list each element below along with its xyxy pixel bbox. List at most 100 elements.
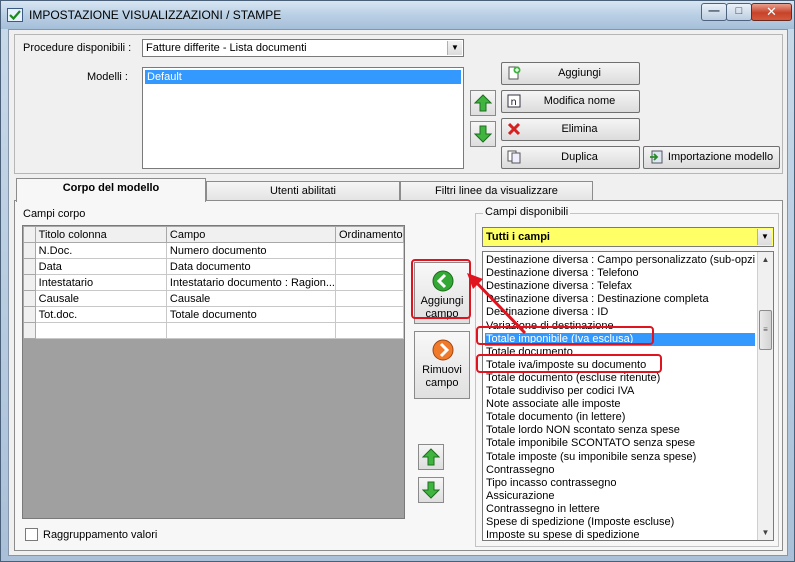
annotation-arrow-icon	[467, 273, 527, 335]
models-list[interactable]: Default	[142, 67, 464, 169]
models-label: Modelli :	[87, 71, 128, 83]
column-header-sort[interactable]: Ordinamento	[335, 226, 404, 243]
add-model-button[interactable]: Aggiungi	[501, 62, 640, 85]
table-row[interactable]: N.Doc. Numero documento	[23, 242, 404, 259]
move-field-up-button[interactable]	[418, 444, 444, 470]
available-field-item[interactable]: Totale imposte (su imponibile senza spes…	[486, 451, 755, 464]
move-field-down-button[interactable]	[418, 477, 444, 503]
tab-model-body[interactable]: Corpo del modello	[16, 178, 206, 202]
scroll-thumb[interactable]: ≡	[759, 310, 772, 350]
arrow-up-icon	[422, 448, 440, 466]
procedures-select[interactable]: Fatture differite - Lista documenti ▼	[142, 39, 464, 57]
column-header-title[interactable]: Titolo colonna	[34, 226, 167, 243]
title-bar[interactable]: IMPOSTAZIONE VISUALIZZAZIONI / STAMPE — …	[1, 1, 794, 29]
delete-model-button[interactable]: Elimina	[501, 118, 640, 141]
table-cell[interactable]: N.Doc.	[34, 242, 167, 259]
chevron-down-icon[interactable]: ▼	[447, 41, 462, 55]
remove-field-button[interactable]: Rimuovi campo	[414, 331, 470, 399]
table-cell[interactable]: Causale	[165, 290, 337, 307]
tab-line-filters[interactable]: Filtri linee da visualizzare	[400, 181, 593, 202]
available-field-item[interactable]: Totale documento (escluse ritenute)	[486, 372, 755, 385]
available-filter-select[interactable]: Tutti i campi ▼	[482, 227, 774, 247]
table-cell[interactable]	[335, 242, 404, 259]
duplicate-model-label: Duplica	[561, 151, 598, 163]
svg-text:n: n	[511, 97, 517, 108]
annotation-add-field-highlight	[411, 259, 471, 319]
minimize-button[interactable]: —	[701, 3, 727, 21]
available-field-item[interactable]: Spese di spedizione (Imposte escluse)	[486, 516, 755, 529]
add-document-icon	[508, 66, 521, 80]
available-filter-value: Tutti i campi	[486, 231, 550, 243]
table-cell[interactable]: Causale	[34, 290, 167, 307]
column-header-field[interactable]: Campo	[165, 226, 337, 243]
table-cell[interactable]: Intestatario	[34, 274, 167, 291]
available-fields-scrollbar[interactable]: ▲ ≡ ▼	[757, 252, 773, 540]
available-field-item[interactable]: Destinazione diversa : Campo personalizz…	[486, 254, 755, 267]
arrow-down-icon	[422, 481, 440, 499]
table-row[interactable]: Causale Causale	[23, 290, 404, 307]
table-cell[interactable]	[335, 274, 404, 291]
rename-model-button[interactable]: n Modifica nome	[501, 90, 640, 113]
available-field-item[interactable]: Totale imponibile SCONTATO senza spese	[486, 437, 755, 450]
table-row-new[interactable]	[23, 322, 404, 339]
table-cell[interactable]	[165, 322, 337, 339]
close-icon: ✕	[766, 4, 777, 19]
available-field-item[interactable]: Tipo incasso contrassegno	[486, 477, 755, 490]
delete-x-icon	[507, 122, 521, 136]
available-field-item[interactable]: Totale suddiviso per codici IVA	[486, 385, 755, 398]
duplicate-model-button[interactable]: Duplica	[501, 146, 640, 169]
table-cell[interactable]	[335, 290, 404, 307]
available-fields-label: Campi disponibili	[483, 206, 571, 218]
app-check-icon	[7, 8, 23, 22]
table-cell[interactable]	[335, 322, 404, 339]
import-model-button[interactable]: Importazione modello	[643, 146, 780, 169]
delete-model-label: Elimina	[561, 123, 598, 135]
table-cell[interactable]	[34, 322, 167, 339]
arrow-right-circle-icon	[432, 339, 454, 361]
arrow-down-icon	[474, 125, 492, 143]
duplicate-icon	[507, 150, 521, 164]
grouping-label: Raggruppamento valori	[43, 529, 158, 541]
table-cell[interactable]: Data	[34, 258, 167, 275]
table-row[interactable]: Intestatario Intestatario documento : Ra…	[23, 274, 404, 291]
table-header: Titolo colonna Campo Ordinamento	[23, 226, 404, 243]
model-body-panel: Campi corpo Titolo colonna Campo Ordinam…	[14, 200, 783, 551]
available-field-item[interactable]: Contrassegno	[486, 464, 755, 477]
table-cell[interactable]: Numero documento	[165, 242, 337, 259]
chevron-down-icon[interactable]: ▼	[757, 229, 772, 245]
table-row[interactable]: Data Data documento	[23, 258, 404, 275]
grouping-checkbox[interactable]	[25, 528, 38, 541]
scroll-down-icon[interactable]: ▼	[758, 525, 773, 540]
import-model-label: Importazione modello	[667, 151, 774, 163]
table-cell[interactable]: Intestatario documento : Ragion...	[165, 274, 337, 291]
available-field-item[interactable]: Totale lordo NON scontato senza spese	[486, 424, 755, 437]
move-model-up-button[interactable]	[470, 90, 496, 116]
minimize-icon: —	[708, 5, 720, 17]
maximize-button[interactable]: □	[726, 3, 752, 21]
add-model-label: Aggiungi	[558, 67, 601, 79]
table-cell[interactable]	[335, 306, 404, 323]
available-field-item[interactable]: Totale documento (in lettere)	[486, 411, 755, 424]
table-cell[interactable]: Data documento	[165, 258, 337, 275]
table-cell[interactable]: Totale documento	[165, 306, 337, 323]
rename-model-label: Modifica nome	[543, 95, 616, 107]
model-panel: Procedure disponibili : Fatture differit…	[14, 34, 783, 174]
close-button[interactable]: ✕	[751, 3, 792, 21]
model-item-default[interactable]: Default	[145, 70, 461, 84]
available-field-item[interactable]: Assicurazione	[486, 490, 755, 503]
body-fields-table: Titolo colonna Campo Ordinamento N.Doc. …	[23, 226, 404, 339]
tab-enabled-users[interactable]: Utenti abilitati	[206, 181, 400, 202]
available-field-item[interactable]: Note associate alle imposte	[486, 398, 755, 411]
available-field-item[interactable]: Contrassegno in lettere	[486, 503, 755, 516]
available-field-item[interactable]: Imposte su spese di spedizione	[486, 529, 755, 540]
body-fields-label: Campi corpo	[23, 208, 86, 220]
table-row[interactable]: Tot.doc. Totale documento	[23, 306, 404, 323]
procedures-value: Fatture differite - Lista documenti	[146, 42, 307, 54]
table-cell[interactable]	[335, 258, 404, 275]
move-model-down-button[interactable]	[470, 121, 496, 147]
scroll-up-icon[interactable]: ▲	[758, 252, 773, 267]
body-fields-grid[interactable]: Titolo colonna Campo Ordinamento N.Doc. …	[22, 225, 405, 519]
rename-icon: n	[507, 94, 521, 108]
main-window: IMPOSTAZIONE VISUALIZZAZIONI / STAMPE — …	[0, 0, 795, 562]
table-cell[interactable]: Tot.doc.	[34, 306, 167, 323]
